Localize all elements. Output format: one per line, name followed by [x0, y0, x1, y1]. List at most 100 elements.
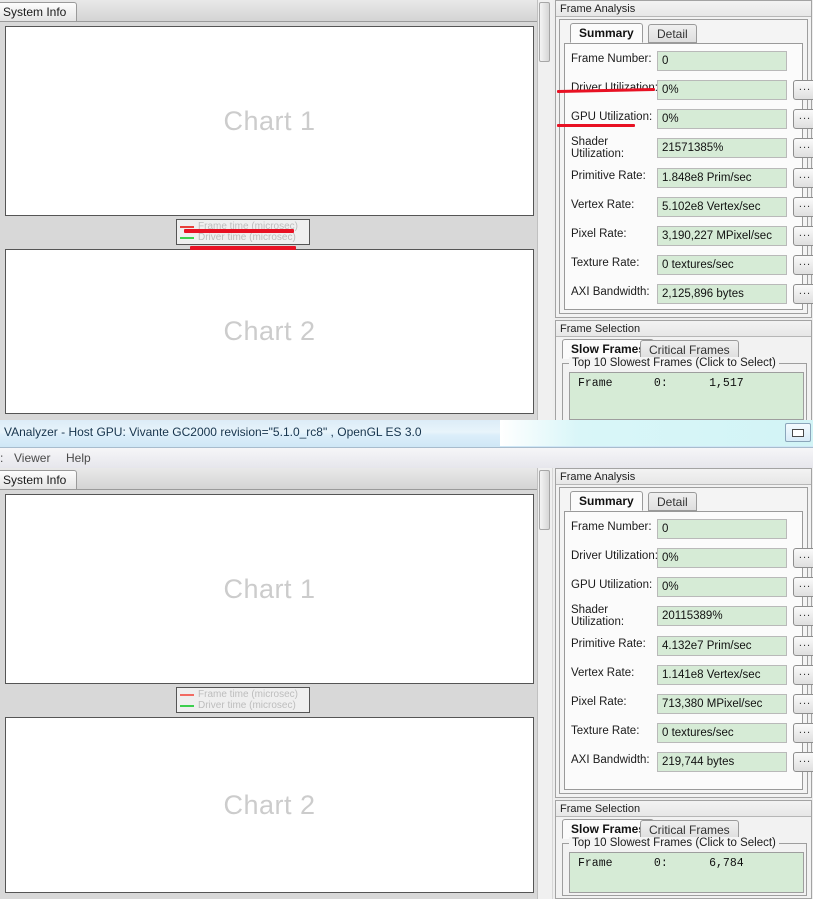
frame-list-item[interactable]: Frame 0: 6,784 [570, 853, 803, 870]
field-value[interactable]: 0% [657, 577, 787, 597]
field-label: Pixel Rate: [571, 228, 627, 240]
field-more-button[interactable]: ... [793, 109, 813, 129]
field-value[interactable]: 4.132e7 Prim/sec [657, 636, 787, 656]
menu-item-help[interactable]: Help [66, 451, 91, 465]
field-more-button[interactable]: ... [793, 577, 813, 597]
legend-label-driver-time-bottom: Driver time (microsec) [198, 700, 296, 711]
field-value[interactable]: 0 [657, 51, 787, 71]
restore-window-button[interactable] [785, 423, 811, 442]
field-label: Texture Rate: [571, 257, 640, 269]
frame-selection-panel-bottom: Frame Selection Slow Frames Critical Fra… [555, 800, 812, 899]
scrollbar-thumb[interactable] [539, 2, 550, 62]
field-more-button[interactable]: ... [793, 636, 813, 656]
top-slowest-frames-group-bottom: Top 10 Slowest Frames (Click to Select) … [562, 837, 807, 896]
field-value[interactable]: 0 textures/sec [657, 723, 787, 743]
field-value[interactable]: 0 textures/sec [657, 255, 787, 275]
legend-entry-driver-time-bottom: Driver time (microsec) [180, 700, 305, 711]
tab-system-info-label: System Info [3, 5, 67, 19]
field-value[interactable]: 713,380 MPixel/sec [657, 694, 787, 714]
frame-selection-panel-top: Frame Selection Slow Frames Critical Fra… [555, 320, 812, 420]
field-value[interactable]: 0% [657, 80, 787, 100]
field-value[interactable]: 21571385% [657, 138, 787, 158]
menu-item-viewer[interactable]: Viewer [14, 451, 50, 465]
tab-summary-top[interactable]: Summary [570, 23, 643, 43]
window-title: VAnalyzer - Host GPU: Vivante GC2000 rev… [4, 425, 422, 439]
menu-item-clipped[interactable]: : [0, 451, 3, 465]
tab-detail-bottom[interactable]: Detail [648, 492, 697, 511]
slow-frames-list-top[interactable]: Frame 0: 1,517 [569, 372, 804, 420]
top-left-pane: System Info Chart 1 Frame time (microsec… [0, 0, 552, 420]
field-row: Frame Number: 0 [565, 48, 802, 74]
top-slowest-frames-label-top: Top 10 Slowest Frames (Click to Select) [569, 357, 779, 369]
field-value[interactable]: 0% [657, 109, 787, 129]
field-value[interactable]: 0 [657, 519, 787, 539]
chart-2-container[interactable]: Chart 2 [5, 249, 534, 414]
field-more-button[interactable]: ... [793, 168, 813, 188]
field-label-line2: Utilization: [571, 616, 625, 628]
field-row: GPU Utilization: 0%... [565, 106, 813, 132]
field-label: Vertex Rate: [571, 667, 635, 679]
field-more-button[interactable]: ... [793, 665, 813, 685]
field-value[interactable]: 3,190,227 MPixel/sec [657, 226, 787, 246]
chart-1-container[interactable]: Chart 1 [5, 26, 534, 216]
tab-critical-frames-label-top: Critical Frames [649, 343, 730, 357]
field-more-button[interactable]: ... [793, 606, 813, 626]
legend-label-driver-time: Driver time (microsec) [198, 232, 296, 243]
tab-summary-bottom[interactable]: Summary [570, 491, 643, 511]
field-more-button[interactable]: ... [793, 694, 813, 714]
field-more-button[interactable]: ... [793, 723, 813, 743]
field-more-button[interactable]: ... [793, 80, 813, 100]
chart-2-container-bottom[interactable]: Chart 2 [5, 717, 534, 893]
tab-detail-label-bottom: Detail [657, 495, 688, 509]
field-label-line1: Shader [571, 604, 609, 616]
bottom-tabstrip: System Info [0, 468, 552, 490]
field-value[interactable]: 5.102e8 Vertex/sec [657, 197, 787, 217]
field-row: Vertex Rate: 1.141e8 Vertex/sec... [565, 662, 813, 688]
field-value[interactable]: 219,744 bytes [657, 752, 787, 772]
field-more-button[interactable]: ... [793, 197, 813, 217]
field-label-line2: Utilization: [571, 148, 625, 160]
field-label: GPU Utilization: [571, 111, 653, 123]
legend-color-frame-time [180, 225, 194, 228]
field-label-line1: Shader [571, 136, 609, 148]
tab-detail-top[interactable]: Detail [648, 24, 697, 43]
field-row: Primitive Rate: 4.132e7 Prim/sec... [565, 633, 813, 659]
slow-frames-list-bottom[interactable]: Frame 0: 6,784 [569, 852, 804, 893]
field-row: Texture Rate: 0 textures/sec... [565, 252, 813, 278]
scrollbar-thumb-bottom[interactable] [539, 470, 550, 530]
chart-1-title-bottom: Chart 1 [223, 573, 316, 604]
chart-1-title: Chart 1 [223, 105, 316, 136]
field-row: Pixel Rate: 3,190,227 MPixel/sec... [565, 223, 813, 249]
field-more-button[interactable]: ... [793, 255, 813, 275]
field-more-button[interactable]: ... [793, 752, 813, 772]
frame-list-item[interactable]: Frame 0: 1,517 [570, 373, 803, 390]
frame-analysis-tabs-bottom: Summary Detail [564, 491, 807, 512]
annotation-underline-driver-time [190, 246, 296, 250]
restore-icon [792, 429, 804, 437]
field-value[interactable]: 0% [657, 548, 787, 568]
annotation-underline-frame-time [184, 229, 294, 233]
field-more-button[interactable]: ... [793, 548, 813, 568]
top-slowest-frames-label-bottom: Top 10 Slowest Frames (Click to Select) [569, 837, 779, 849]
field-more-button[interactable]: ... [793, 138, 813, 158]
tab-system-info-bottom[interactable]: System Info [0, 470, 78, 489]
field-more-button[interactable]: ... [793, 284, 813, 304]
top-tabstrip: System Info [0, 0, 552, 22]
bottom-right-pane: Frame Analysis Summary Detail Frame Numb… [553, 468, 813, 899]
field-row: AXI Bandwidth: 2,125,896 bytes... [565, 281, 813, 307]
field-value[interactable]: 1.141e8 Vertex/sec [657, 665, 787, 685]
field-label: Texture Rate: [571, 725, 640, 737]
field-label: Primitive Rate: [571, 170, 646, 182]
field-value[interactable]: 1.848e8 Prim/sec [657, 168, 787, 188]
legend-label-frame-time-bottom: Frame time (microsec) [198, 689, 299, 700]
field-more-button[interactable]: ... [793, 226, 813, 246]
left-pane-scrollbar-top[interactable] [537, 0, 552, 420]
tab-system-info-label-bottom: System Info [3, 473, 67, 487]
chart-1-container-bottom[interactable]: Chart 1 [5, 494, 534, 684]
tab-system-info[interactable]: System Info [0, 2, 78, 21]
field-value[interactable]: 2,125,896 bytes [657, 284, 787, 304]
field-label: Pixel Rate: [571, 696, 627, 708]
field-value[interactable]: 20115389% [657, 606, 787, 626]
window-titlebar[interactable]: VAnalyzer - Host GPU: Vivante GC2000 rev… [0, 420, 813, 448]
left-pane-scrollbar-bottom[interactable] [537, 468, 552, 899]
